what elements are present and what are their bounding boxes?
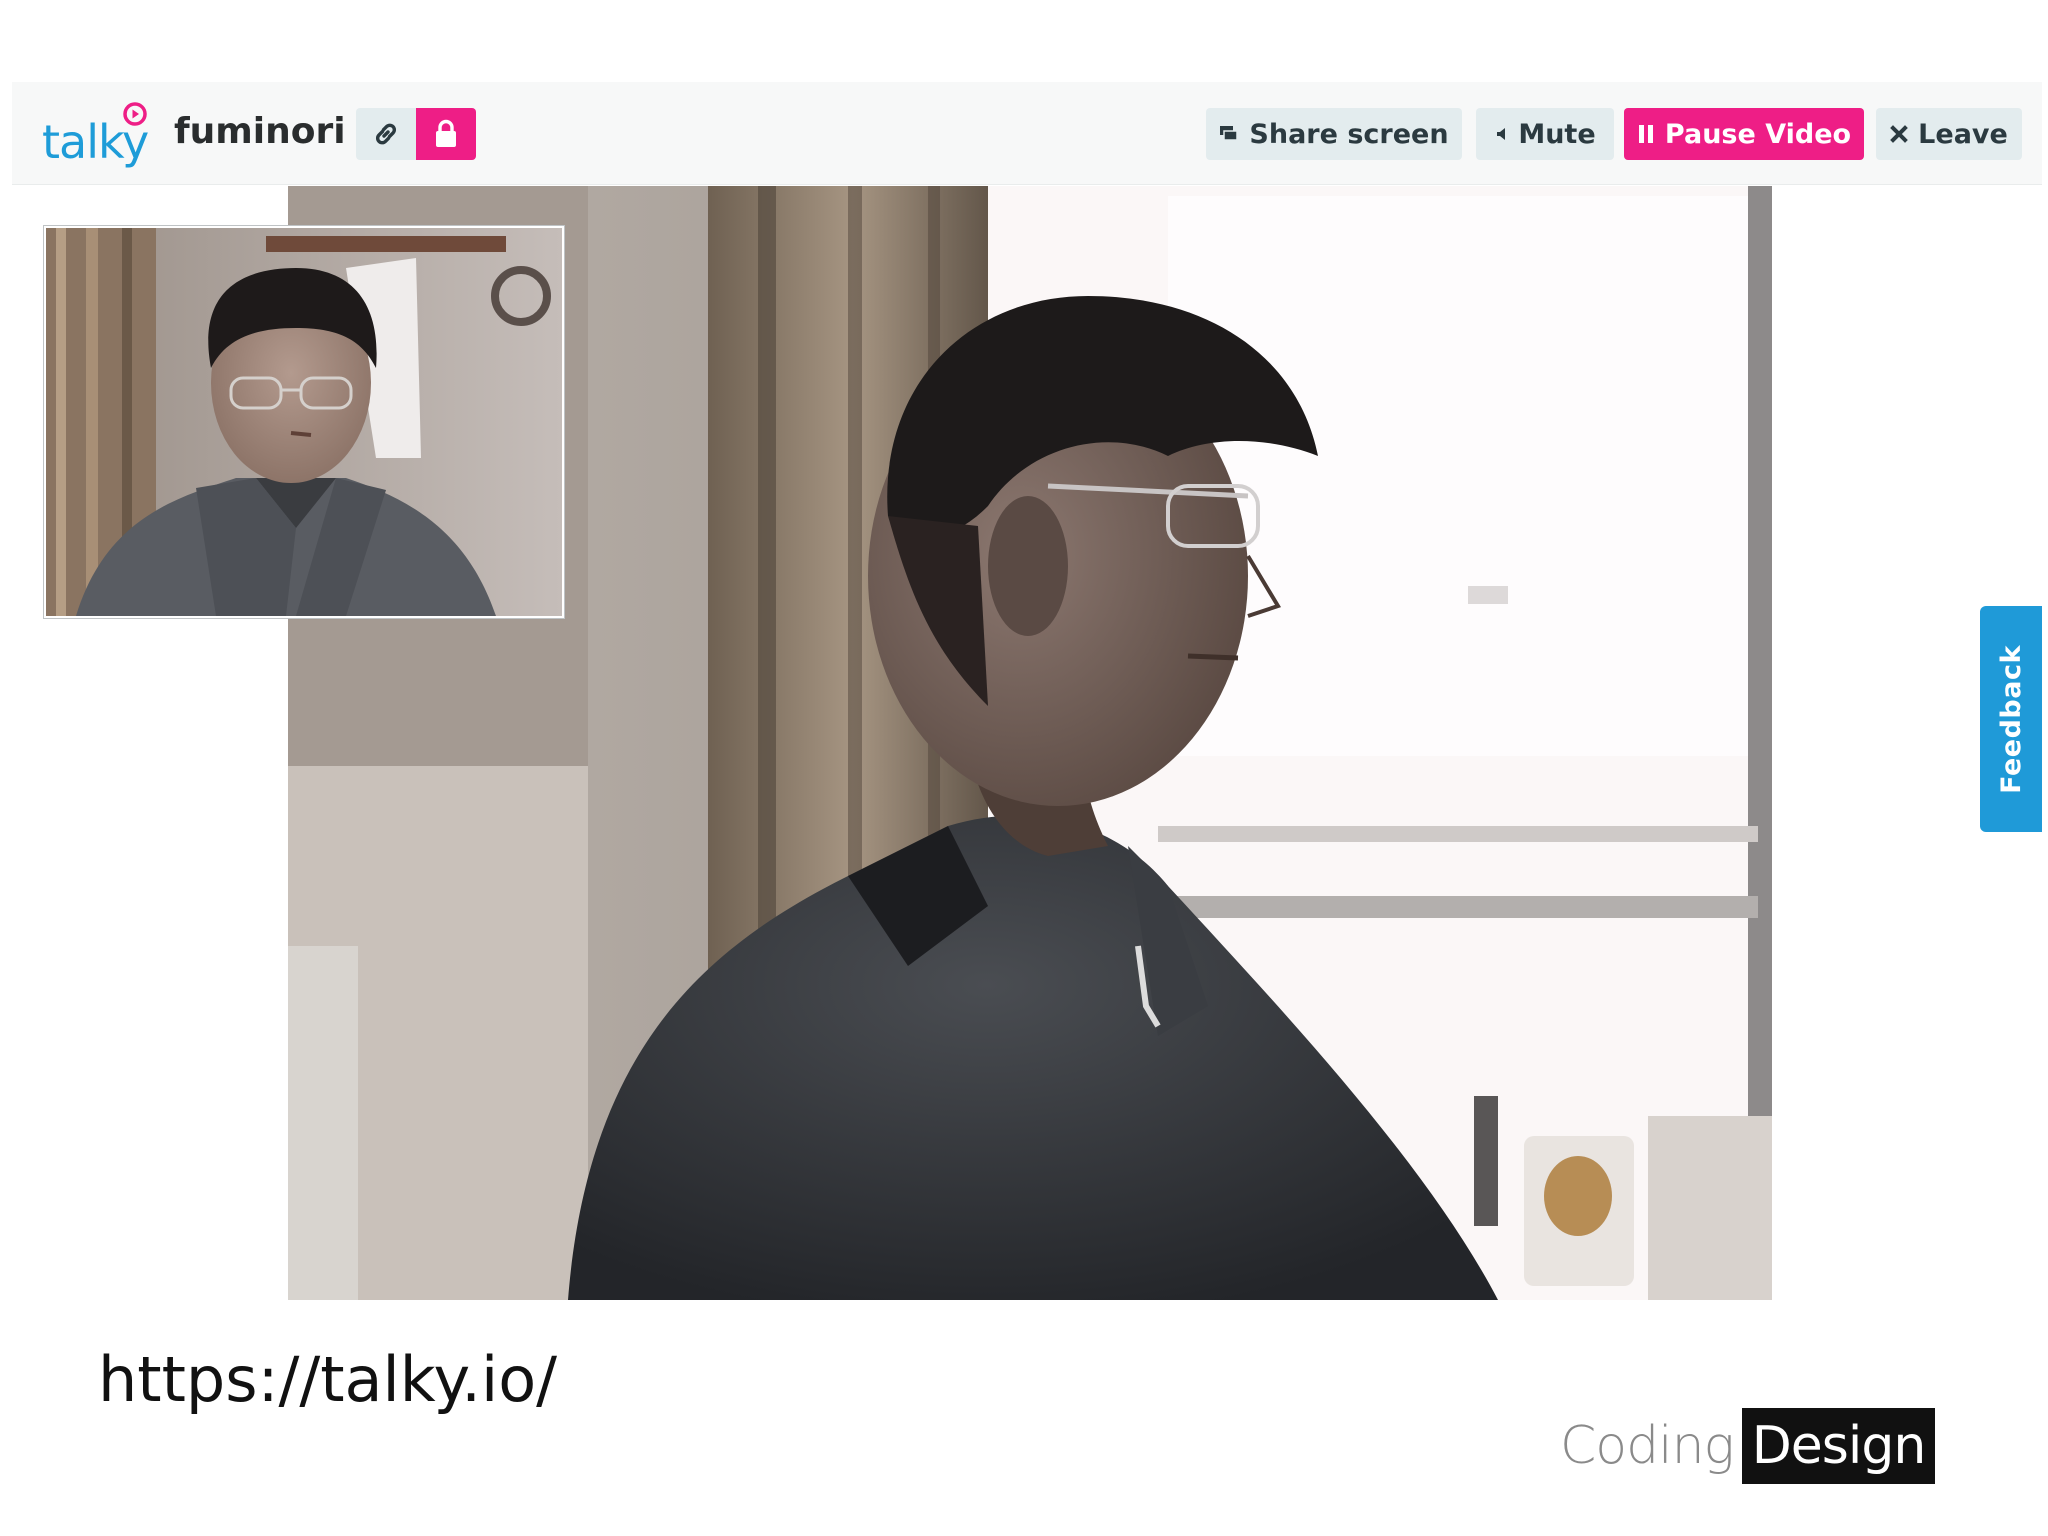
close-icon	[1890, 125, 1909, 143]
local-video-frame	[46, 228, 562, 616]
top-bar: talky fuminori Share screen Mute Pause V…	[12, 82, 2042, 185]
brand-coding-text: Coding	[1560, 1416, 1735, 1476]
mute-label: Mute	[1518, 118, 1596, 150]
slide: talky fuminori Share screen Mute Pause V…	[0, 0, 2048, 1536]
speaker-icon	[1497, 128, 1506, 140]
mute-button[interactable]: Mute	[1476, 108, 1614, 160]
coding-design-logo: Coding Design	[1560, 1408, 1936, 1484]
lock-room-button[interactable]	[416, 108, 476, 160]
talky-logo[interactable]: talky	[42, 102, 152, 168]
feedback-tab[interactable]: Feedback	[1980, 606, 2042, 832]
pause-icon	[1638, 125, 1653, 143]
share-screen-button[interactable]: Share screen	[1206, 108, 1462, 160]
screen-icon	[1220, 126, 1239, 141]
leave-label: Leave	[1918, 118, 2008, 150]
share-screen-label: Share screen	[1249, 118, 1449, 150]
copy-link-button[interactable]	[356, 108, 416, 160]
talky-url: https://talky.io/	[98, 1343, 558, 1416]
lock-icon	[436, 119, 456, 147]
link-icon	[375, 123, 397, 145]
room-name: fuminori	[174, 111, 346, 152]
play-bubble-icon	[123, 102, 147, 126]
pause-video-button[interactable]: Pause Video	[1624, 108, 1864, 160]
feedback-label: Feedback	[1995, 644, 2027, 794]
brand-design-text: Design	[1741, 1408, 1936, 1484]
leave-button[interactable]: Leave	[1876, 108, 2022, 160]
pause-video-label: Pause Video	[1664, 118, 1852, 150]
local-video[interactable]	[44, 226, 564, 618]
